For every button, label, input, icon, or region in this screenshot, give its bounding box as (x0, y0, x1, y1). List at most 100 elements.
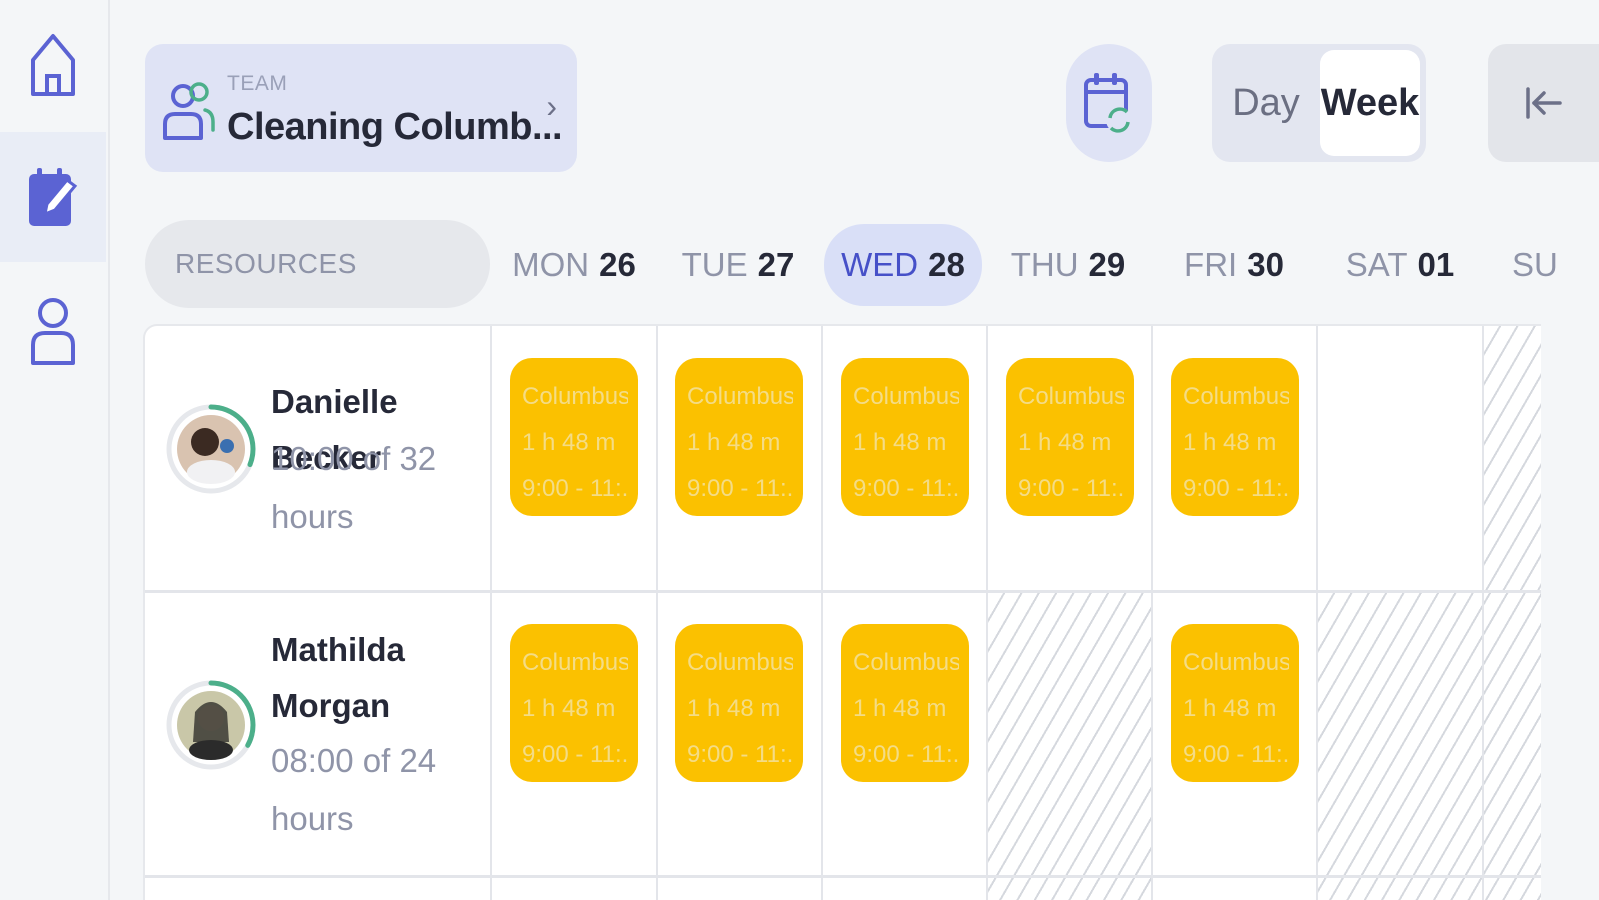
shift-duration: 1 h 48 m (687, 695, 781, 722)
shift-time: 9:00 - 11:... (853, 475, 959, 502)
shift-card[interactable]: Columbus 1 h 48 m 9:00 - 11:... (1006, 358, 1134, 516)
calendar-refresh-icon (1084, 73, 1132, 133)
day-number: 26 (599, 246, 636, 283)
day-number: 28 (928, 246, 965, 283)
resource-hours: 10:00 of 32 hours (271, 430, 481, 546)
grid-divider (1151, 326, 1153, 900)
unavailable-cell (1318, 593, 1541, 900)
resources-header: RESOURCES (145, 220, 490, 308)
nav-profile[interactable] (0, 266, 106, 396)
shift-time: 9:00 - 11:... (1018, 475, 1124, 502)
day-number: 27 (757, 246, 795, 283)
grid-divider (1316, 326, 1318, 900)
shift-duration: 1 h 48 m (522, 429, 616, 456)
shift-title: Columbus (853, 383, 959, 410)
edit-calendar-icon (29, 168, 78, 226)
shift-card[interactable]: Columbus 1 h 48 m 9:00 - 11:... (841, 358, 969, 516)
resource-hours-unit: hours (271, 800, 354, 837)
shift-title: Columbus (1183, 649, 1289, 676)
shift-time: 9:00 - 11:... (522, 475, 628, 502)
shift-duration: 1 h 48 m (687, 429, 781, 456)
calendar-refresh-button[interactable] (1066, 44, 1152, 162)
day-header-fri[interactable]: FRI 30 (1164, 224, 1304, 306)
user-icon (31, 298, 75, 365)
grid-divider (145, 875, 1541, 878)
avatar[interactable] (165, 386, 257, 512)
view-week-button[interactable]: Week (1320, 50, 1420, 156)
shift-duration: 1 h 48 m (1183, 695, 1277, 722)
day-header-thu[interactable]: THU 29 (998, 224, 1138, 306)
shift-time: 9:00 - 11:... (1183, 475, 1289, 502)
grid-divider (821, 326, 823, 900)
unavailable-cell (988, 593, 1151, 900)
team-name: Cleaning Columb... (227, 106, 563, 148)
avatar[interactable] (165, 662, 257, 788)
collapse-left-icon (1525, 87, 1562, 119)
day-number: 29 (1088, 246, 1126, 283)
shift-card[interactable]: Columbus 1 h 48 m 9:00 - 11:... (675, 624, 803, 782)
shift-duration: 1 h 48 m (522, 695, 616, 722)
collapse-button[interactable] (1488, 44, 1599, 162)
grid-divider (1482, 326, 1484, 900)
schedule-grid: Danielle Becker 10:00 of 32 hours Mathil… (143, 324, 1541, 900)
shift-time: 9:00 - 11:... (1183, 741, 1289, 768)
day-number: 01 (1417, 246, 1455, 283)
unavailable-cell (1484, 326, 1541, 590)
shift-title: Columbus (687, 383, 793, 410)
day-name: FRI (1184, 246, 1238, 283)
shift-title: Columbus (522, 649, 628, 676)
team-icon (163, 82, 215, 140)
shift-title: Columbus (522, 383, 628, 410)
resource-hours-value: 10:00 of 32 (271, 440, 437, 477)
view-toggle: Day Week (1212, 44, 1426, 162)
shift-time: 9:00 - 11:... (687, 741, 793, 768)
team-label: TEAM (227, 72, 288, 95)
day-number: 30 (1247, 246, 1284, 283)
grid-divider (145, 590, 1541, 593)
day-name: WED (841, 246, 919, 283)
resource-last-name: Morgan (271, 687, 391, 724)
chevron-right-icon: › (546, 88, 557, 124)
team-selector[interactable]: TEAM Cleaning Columb... › (145, 44, 577, 172)
resource-hours: 08:00 of 24 hours (271, 732, 481, 848)
day-header-tue[interactable]: TUE 27 (668, 224, 808, 306)
day-header-mon[interactable]: MON 26 (504, 224, 644, 306)
shift-title: Columbus (1018, 383, 1124, 410)
resource-first-name: Mathilda (271, 631, 405, 668)
day-header-wed[interactable]: WED 28 (824, 224, 982, 306)
day-header-sat[interactable]: SAT 01 (1330, 224, 1470, 306)
resource-hours-value: 08:00 of 24 (271, 742, 437, 779)
day-name: MON (512, 246, 590, 283)
shift-time: 9:00 - 11:... (687, 475, 793, 502)
resource-hours-unit: hours (271, 498, 354, 535)
day-header-sun[interactable]: SU (1498, 224, 1599, 306)
day-name: TUE (681, 246, 748, 283)
shift-card[interactable]: Columbus 1 h 48 m 9:00 - 11:... (1171, 358, 1299, 516)
nav-schedule[interactable] (0, 132, 106, 262)
shift-card[interactable]: Columbus 1 h 48 m 9:00 - 11:... (510, 358, 638, 516)
shift-duration: 1 h 48 m (1018, 429, 1112, 456)
shift-time: 9:00 - 11:... (853, 741, 959, 768)
shift-title: Columbus (853, 649, 959, 676)
shift-card[interactable]: Columbus 1 h 48 m 9:00 - 11:... (841, 624, 969, 782)
shift-title: Columbus (687, 649, 793, 676)
shift-card[interactable]: Columbus 1 h 48 m 9:00 - 11:... (675, 358, 803, 516)
day-name: THU (1010, 246, 1079, 283)
day-name: SAT (1345, 246, 1408, 283)
nav-home[interactable] (0, 0, 106, 130)
grid-divider (490, 326, 492, 900)
view-day-button[interactable]: Day (1212, 52, 1320, 154)
grid-divider (656, 326, 658, 900)
home-icon (31, 34, 75, 96)
shift-duration: 1 h 48 m (853, 429, 947, 456)
shift-duration: 1 h 48 m (853, 695, 947, 722)
shift-card[interactable]: Columbus 1 h 48 m 9:00 - 11:... (1171, 624, 1299, 782)
grid-divider (986, 326, 988, 900)
shift-duration: 1 h 48 m (1183, 429, 1277, 456)
shift-card[interactable]: Columbus 1 h 48 m 9:00 - 11:... (510, 624, 638, 782)
sidebar (0, 0, 110, 900)
shift-time: 9:00 - 11:... (522, 741, 628, 768)
day-name: SU (1512, 246, 1558, 283)
shift-title: Columbus (1183, 383, 1289, 410)
resource-name: Mathilda Morgan (271, 622, 481, 734)
